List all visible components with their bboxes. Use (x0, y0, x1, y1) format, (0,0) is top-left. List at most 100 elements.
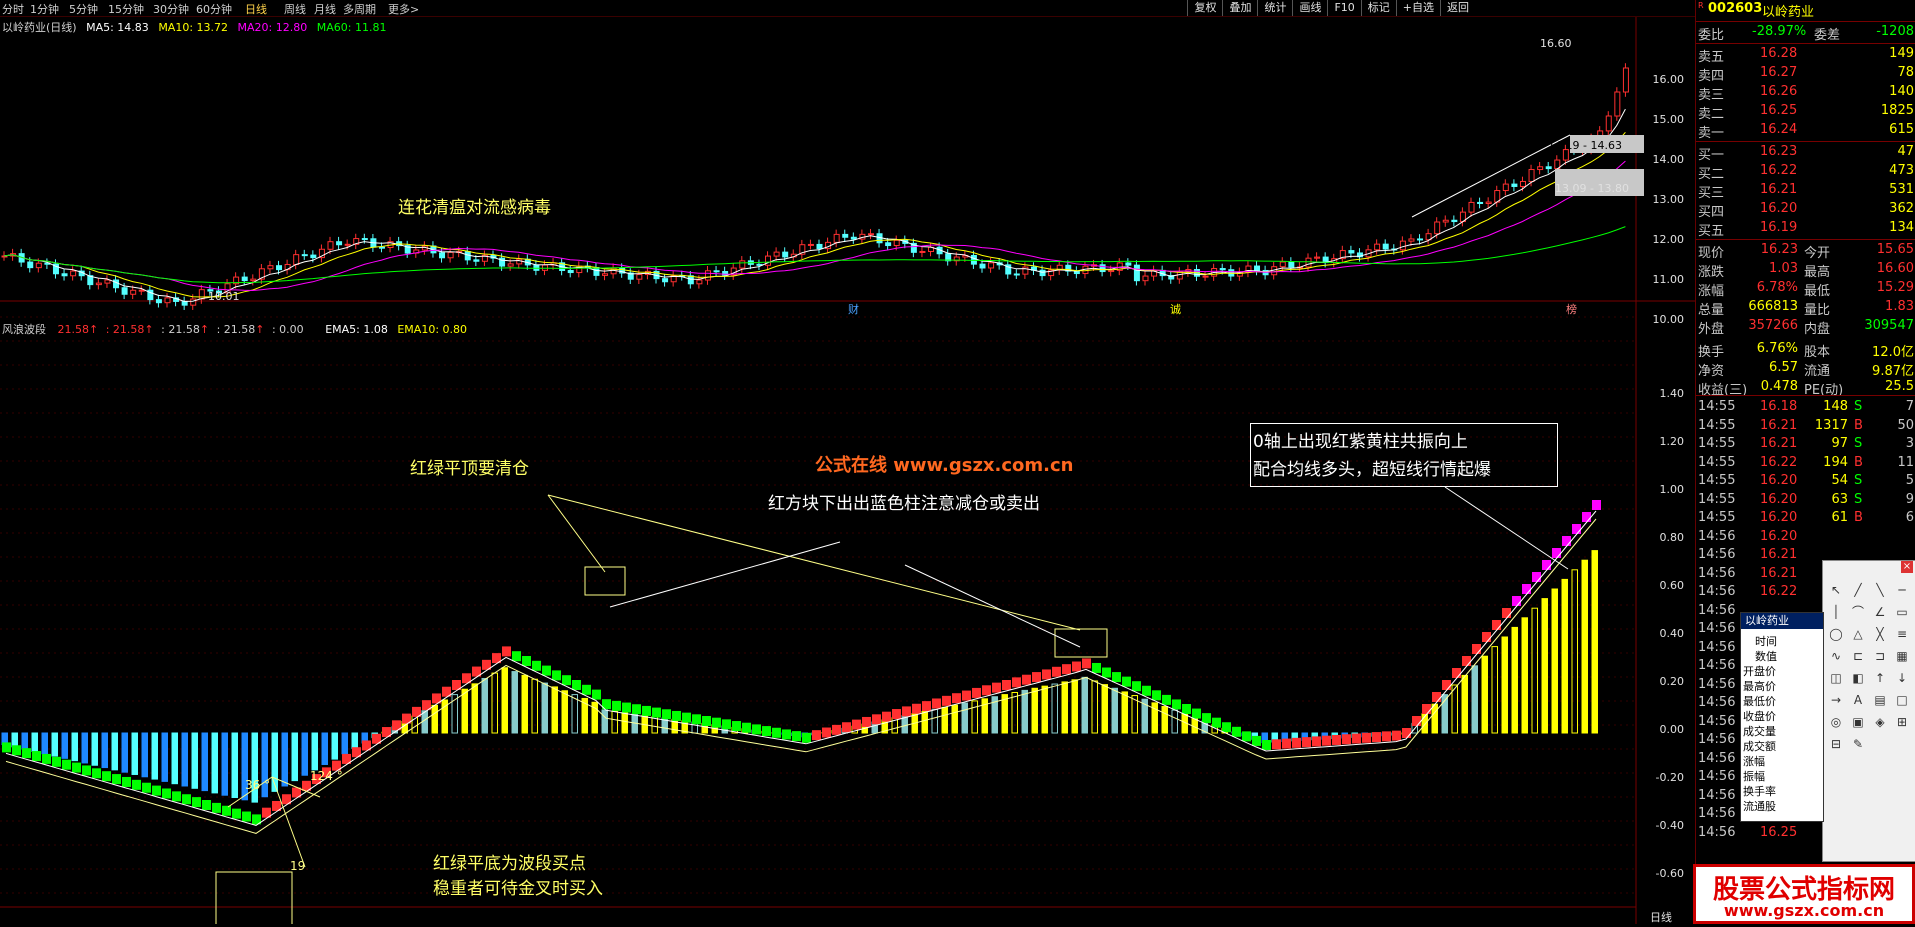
vline-icon[interactable]: │ (1827, 603, 1845, 621)
hist-bar (602, 710, 608, 733)
tick-cell: 54 (1831, 473, 1848, 488)
sub-axis-tick: 0.40 (1640, 627, 1684, 640)
triangle-icon[interactable]: △ (1849, 625, 1867, 643)
channel-icon[interactable]: ≡ (1893, 625, 1911, 643)
period-tab-0[interactable]: 分时 (2, 1, 24, 17)
period-tab-9[interactable]: 多周期 (343, 1, 376, 17)
trend-block (1562, 536, 1571, 546)
square-icon[interactable]: □ (1893, 691, 1911, 709)
candle-body (1520, 181, 1525, 186)
candle-body (1143, 276, 1148, 281)
popup-item: 时间 (1755, 633, 1777, 649)
ask-label: 卖五 (1698, 46, 1724, 65)
toolbar-button-3[interactable]: 画线 (1292, 0, 1327, 16)
hist-bar (152, 733, 158, 779)
bracket-left-icon[interactable]: ⊏ (1849, 647, 1867, 665)
hist-bar (1492, 647, 1498, 733)
angle-icon[interactable]: ∠ (1871, 603, 1889, 621)
toolbar-button-2[interactable]: 统计 (1257, 0, 1292, 16)
tick-cell: 50 (1897, 418, 1914, 433)
tick-cell: 14:55 (1698, 418, 1735, 433)
toolbar-button-7[interactable]: 返回 (1440, 0, 1475, 16)
bracket-right-icon[interactable]: ⊐ (1871, 647, 1889, 665)
stat-label: 股本 (1804, 341, 1830, 360)
stock-name: 以岭药业 (1762, 1, 1814, 20)
period-tab-3[interactable]: 15分钟 (108, 1, 144, 17)
period-tab-8[interactable]: 月线 (314, 1, 336, 17)
candle-body (989, 263, 994, 268)
rect-icon[interactable]: ▭ (1893, 603, 1911, 621)
kline-chart-area[interactable]: 以岭药业(日线) MA5: 14.83 MA10: 13.72 MA20: 12… (0, 17, 1695, 924)
trend-block (1272, 739, 1281, 749)
trend-block (1022, 675, 1031, 685)
ma20-label: MA20: 12.80 (238, 21, 308, 34)
period-tab-10[interactable]: 更多> (388, 1, 419, 17)
stat-row: 换手6.76%股本12.0亿 (1696, 340, 1915, 359)
candle-body (834, 234, 839, 242)
ray-icon[interactable]: ╲ (1871, 581, 1889, 599)
trend-block (1312, 736, 1321, 746)
select-icon[interactable]: ↖ (1827, 581, 1845, 599)
cross-icon[interactable]: ╳ (1871, 625, 1889, 643)
toolbar-button-4[interactable]: F10 (1327, 0, 1360, 16)
box-icon[interactable]: ▣ (1849, 713, 1867, 731)
text-icon[interactable]: A (1849, 691, 1867, 709)
line-icon[interactable]: ╱ (1849, 581, 1867, 599)
hist-bar (182, 733, 188, 786)
half-rect-icon[interactable]: ◧ (1849, 669, 1867, 687)
trend-block (32, 751, 41, 761)
panel-icon[interactable]: ◫ (1827, 669, 1845, 687)
minus-box-icon[interactable]: ⊟ (1827, 735, 1845, 753)
candle-body (603, 274, 608, 276)
fib-icon[interactable]: ▤ (1871, 691, 1889, 709)
sub-axis-tick: 0.80 (1640, 531, 1684, 544)
trend-block (1212, 718, 1221, 728)
period-tab-2[interactable]: 5分钟 (69, 1, 98, 17)
candle-body (362, 239, 367, 240)
tick-cell: B (1854, 418, 1863, 433)
sub-axis-tick: 0.00 (1640, 723, 1684, 736)
period-tab-7[interactable]: 周线 (284, 1, 306, 17)
stat-row: 涨跌1.03最高16.60 (1696, 260, 1915, 279)
candle-body (345, 244, 350, 245)
hline-icon[interactable]: ─ (1893, 581, 1911, 599)
period-tab-1[interactable]: 1分钟 (30, 1, 59, 17)
tick-cell: 14:55 (1698, 399, 1735, 414)
arc-icon[interactable]: ⌒ (1849, 603, 1867, 621)
trend-block (1372, 732, 1381, 742)
drawing-tools-palette[interactable]: × ↖╱╲─ │⌒∠▭ ◯△╳≡ ∿⊏⊐▦ ◫◧↑↓ →A▤□ ◎▣◈⊞ ⊟✎ (1822, 560, 1915, 862)
diamond-icon[interactable]: ◈ (1871, 713, 1889, 731)
right-arrow-icon[interactable]: → (1827, 691, 1845, 709)
marker-cai: 财 (848, 301, 859, 317)
hist-bar (1562, 579, 1568, 733)
wave-icon[interactable]: ∿ (1827, 647, 1845, 665)
toolbar-button-6[interactable]: +自选 (1396, 0, 1440, 16)
toolbar-button-1[interactable]: 叠加 (1222, 0, 1257, 16)
hist-bar (462, 689, 468, 733)
trend-block (1252, 736, 1261, 746)
toolbar-button-0[interactable]: 复权 (1187, 0, 1222, 16)
target-icon[interactable]: ◎ (1827, 713, 1845, 731)
period-toolbar: 分时 1分钟 5分钟 15分钟 30分钟 60分钟日线 周线月线多周期更多> 复权叠加统计画… (0, 0, 1695, 17)
period-tab-4[interactable]: 30分钟 (153, 1, 189, 17)
stat-value: 15.65 (1877, 242, 1914, 257)
toolbar-button-5[interactable]: 标记 (1361, 0, 1396, 16)
high-price-label: 16.60 (1540, 37, 1572, 50)
candle-body (1529, 170, 1534, 182)
pen-icon[interactable]: ✎ (1849, 735, 1867, 753)
candle-body (783, 252, 788, 257)
down-arrow-icon[interactable]: ↓ (1893, 669, 1911, 687)
circle-icon[interactable]: ◯ (1827, 625, 1845, 643)
plus-box-icon[interactable]: ⊞ (1893, 713, 1911, 731)
close-icon[interactable]: × (1901, 561, 1913, 573)
tick-row: 14:5516.2063S9 (1696, 491, 1915, 509)
period-tab-5[interactable]: 60分钟 (196, 1, 232, 17)
tick-cell: 3 (1906, 436, 1914, 451)
tick-row: 14:5516.18148S7 (1696, 398, 1915, 416)
up-arrow-icon[interactable]: ↑ (1871, 669, 1889, 687)
trend-block (1432, 692, 1441, 702)
grid-icon[interactable]: ▦ (1893, 647, 1911, 665)
period-tab-6[interactable]: 日线 (245, 1, 267, 17)
hist-bar (1072, 680, 1078, 733)
tick-cell: 14:56 (1698, 806, 1735, 821)
